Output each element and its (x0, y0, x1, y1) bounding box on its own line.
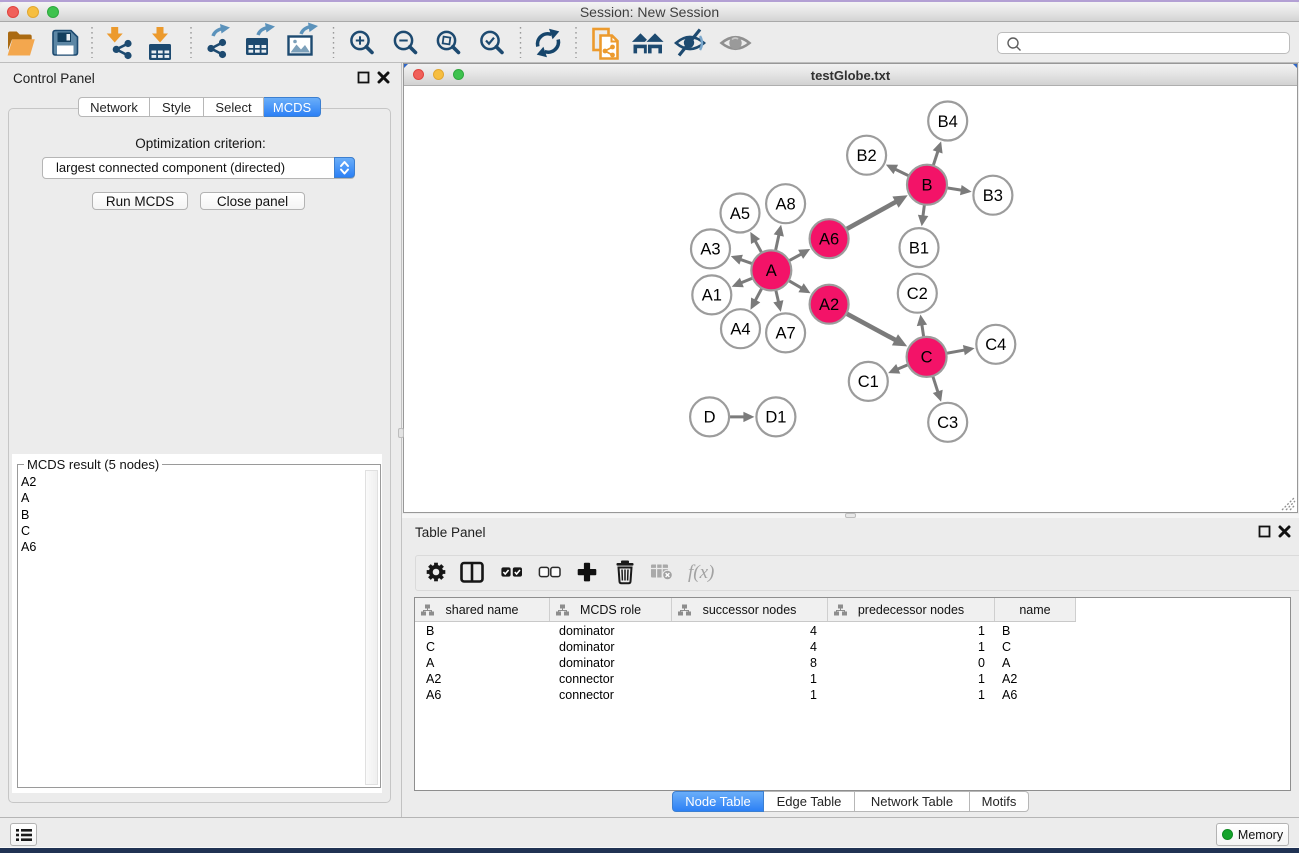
svg-text:C4: C4 (985, 336, 1006, 354)
svg-text:A2: A2 (819, 296, 839, 314)
svg-text:B1: B1 (909, 239, 929, 257)
svg-text:B: B (921, 177, 932, 195)
svg-text:B2: B2 (857, 147, 877, 165)
svg-text:A8: A8 (776, 196, 796, 214)
svg-text:D1: D1 (765, 409, 786, 427)
svg-text:A5: A5 (730, 205, 750, 223)
svg-text:A3: A3 (700, 241, 720, 259)
svg-text:B3: B3 (983, 187, 1003, 205)
svg-text:A1: A1 (702, 287, 722, 305)
svg-text:A4: A4 (730, 321, 750, 339)
svg-text:C2: C2 (907, 285, 928, 303)
svg-text:C3: C3 (937, 414, 958, 432)
svg-text:D: D (704, 409, 716, 427)
svg-text:A7: A7 (776, 325, 796, 343)
svg-text:C1: C1 (858, 373, 879, 391)
svg-text:B4: B4 (938, 113, 958, 131)
svg-text:A: A (766, 262, 777, 280)
svg-text:f(x): f(x) (688, 562, 714, 583)
svg-text:A6: A6 (819, 231, 839, 249)
svg-text:C: C (921, 349, 933, 367)
